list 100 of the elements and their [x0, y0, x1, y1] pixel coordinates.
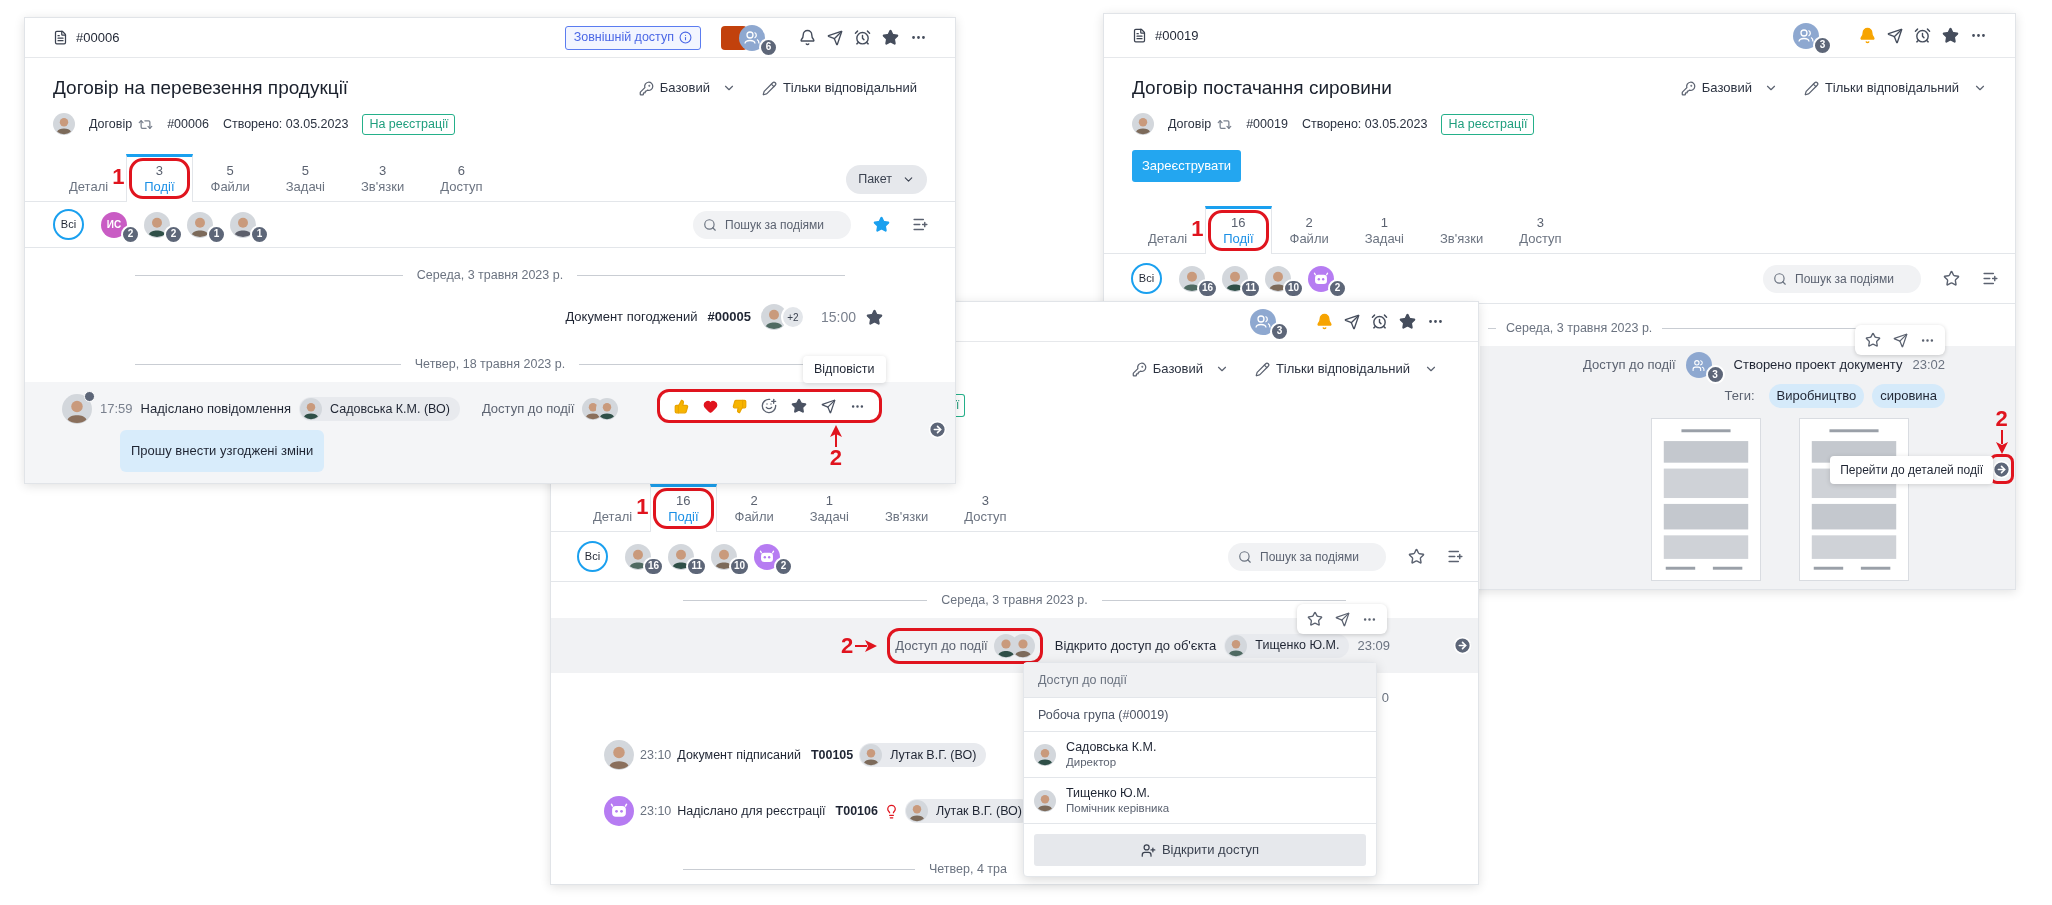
person-avatar — [1034, 743, 1056, 766]
send-icon[interactable] — [1344, 313, 1360, 330]
members-avatar[interactable] — [1793, 22, 1819, 49]
search-field[interactable]: Пошук за подіями — [1763, 264, 1921, 293]
favorites-filter-icon[interactable] — [1943, 270, 1960, 287]
alarm-icon[interactable] — [854, 29, 871, 46]
access-level-dropdown[interactable]: Базовий — [1680, 78, 1778, 98]
all-filter[interactable]: Всі — [577, 541, 608, 572]
person-chip[interactable]: Садовська К.М. (ВО) — [299, 397, 460, 421]
person-item[interactable]: Садовська К.М. Директор — [1024, 731, 1376, 777]
bot-avatar[interactable] — [1308, 265, 1334, 292]
date-divider: Четвер, 18 травня 2023 р. — [414, 355, 566, 373]
send-icon[interactable] — [1335, 611, 1350, 627]
date-divider: Середа, 3 травня 2023 р. — [1506, 319, 1653, 337]
search-input[interactable]: Пошук за подіями — [1260, 547, 1376, 566]
favorites-filter-icon[interactable] — [1408, 548, 1425, 565]
event-details-button[interactable] — [1992, 459, 2011, 479]
tab[interactable]: Зв'язки — [1422, 206, 1502, 254]
group-item[interactable]: Робоча група (#00019) — [1024, 697, 1376, 731]
filter-list-icon[interactable] — [912, 216, 929, 233]
grant-access-button[interactable]: Відкрити доступ — [1034, 834, 1366, 866]
star-icon[interactable] — [882, 29, 899, 46]
person-name: Садовська К.М. — [1066, 739, 1157, 755]
tag[interactable]: сировина — [1872, 384, 1945, 408]
search-input[interactable]: Пошук за подіями — [725, 215, 841, 234]
members-avatar[interactable] — [1250, 308, 1276, 335]
count-badge: 1 — [207, 224, 226, 244]
document-link[interactable]: T00105 — [810, 745, 854, 765]
initials-avatar[interactable]: ИС — [101, 211, 127, 238]
alarm-icon[interactable] — [1371, 313, 1388, 330]
heart-icon[interactable] — [702, 398, 718, 414]
star-icon[interactable] — [1865, 332, 1881, 348]
external-access-button[interactable]: Зовнішній доступ — [564, 25, 701, 50]
star-icon[interactable] — [1942, 27, 1959, 44]
package-button[interactable]: Пакет — [846, 165, 927, 194]
filter-list-icon[interactable] — [1982, 270, 1999, 287]
alarm-icon[interactable] — [1914, 27, 1931, 44]
document-link[interactable]: #00005 — [707, 307, 751, 327]
date-divider: Середа, 3 травня 2023 р. — [941, 591, 1088, 609]
responsible-dropdown[interactable]: Тільки відповідальний — [761, 78, 917, 98]
star-icon[interactable] — [1399, 313, 1416, 330]
search-field[interactable]: Пошук за подіями — [693, 210, 851, 239]
participant-avatar[interactable] — [230, 211, 256, 238]
tag[interactable]: Виробництво — [1768, 384, 1865, 408]
count-badge: 6 — [759, 37, 778, 57]
tab[interactable]: 6 Доступ — [422, 154, 501, 202]
participant-avatar[interactable] — [187, 211, 213, 238]
favorite-icon[interactable] — [866, 308, 883, 326]
send-icon[interactable] — [1887, 27, 1903, 44]
participant-avatar[interactable] — [1222, 265, 1248, 292]
notifications-icon[interactable] — [799, 29, 816, 46]
search-input[interactable]: Пошук за подіями — [1795, 269, 1911, 288]
tab[interactable]: 3 Зв'язки — [343, 154, 423, 202]
star-icon[interactable] — [1307, 611, 1323, 627]
count-badge: 2 — [164, 224, 183, 244]
send-icon[interactable] — [1893, 332, 1908, 348]
tab[interactable]: 2 Файли — [1271, 206, 1347, 254]
tab[interactable]: 3 Доступ — [1501, 206, 1580, 254]
thumbs-down-icon[interactable] — [731, 398, 747, 414]
members-avatar[interactable] — [1685, 352, 1712, 378]
person-chip[interactable]: Лутак В.Г. (ВО) — [859, 743, 987, 767]
participant-avatar[interactable] — [144, 211, 170, 238]
filter-list-icon[interactable] — [1447, 548, 1464, 565]
favorites-filter-icon[interactable] — [873, 216, 890, 233]
all-filter[interactable]: Всі — [53, 209, 84, 240]
access-level-dropdown[interactable]: Базовий — [1131, 359, 1229, 379]
tab[interactable]: 5 Задачі — [267, 154, 343, 202]
tooltip: Відповісти — [803, 356, 886, 383]
document-type: Договір — [89, 115, 133, 133]
pencil-icon — [1254, 361, 1270, 377]
event-text: Надіслано повідомлення — [140, 400, 291, 419]
tab[interactable]: 1 Задачі — [1346, 206, 1422, 254]
tab[interactable]: Зв'язки — [867, 484, 947, 532]
event-text: Документ погоджений — [565, 308, 698, 327]
tab[interactable]: 3 Доступ — [946, 484, 1025, 532]
event-details-button[interactable] — [928, 420, 947, 439]
event-details-button[interactable] — [1453, 636, 1472, 655]
person-chip[interactable]: Тищенко Ю.М. — [1224, 633, 1350, 658]
participant-avatar[interactable] — [668, 543, 694, 570]
access-level-dropdown[interactable]: Базовий — [638, 78, 736, 98]
send-icon[interactable] — [827, 29, 843, 46]
thumbs-up-icon[interactable] — [673, 398, 689, 414]
document-link[interactable]: T00106 — [835, 801, 878, 821]
callout-number: 1 — [636, 494, 649, 519]
add-reaction-icon[interactable] — [760, 398, 777, 414]
responsible-dropdown[interactable]: Тільки відповідальний — [1803, 78, 1987, 98]
reply-icon[interactable] — [820, 398, 836, 414]
tab[interactable]: 1 Задачі — [791, 484, 867, 532]
bot-avatar[interactable] — [754, 543, 780, 570]
callout-number: 2 — [829, 447, 842, 469]
star-icon[interactable] — [790, 398, 807, 414]
members-avatar[interactable] — [739, 24, 765, 51]
all-filter[interactable]: Всі — [1131, 263, 1162, 294]
tab[interactable]: 2 Файли — [716, 484, 792, 532]
access-label[interactable]: Доступ до події — [895, 635, 988, 656]
responsible-dropdown[interactable]: Тільки відповідальний — [1254, 359, 1438, 379]
search-field[interactable]: Пошук за подіями — [1228, 542, 1386, 571]
chip-avatar — [860, 744, 883, 766]
tab[interactable]: 5 Файли — [192, 154, 268, 202]
person-item[interactable]: Тищенко Ю.М. Помічник керівника — [1024, 777, 1376, 823]
